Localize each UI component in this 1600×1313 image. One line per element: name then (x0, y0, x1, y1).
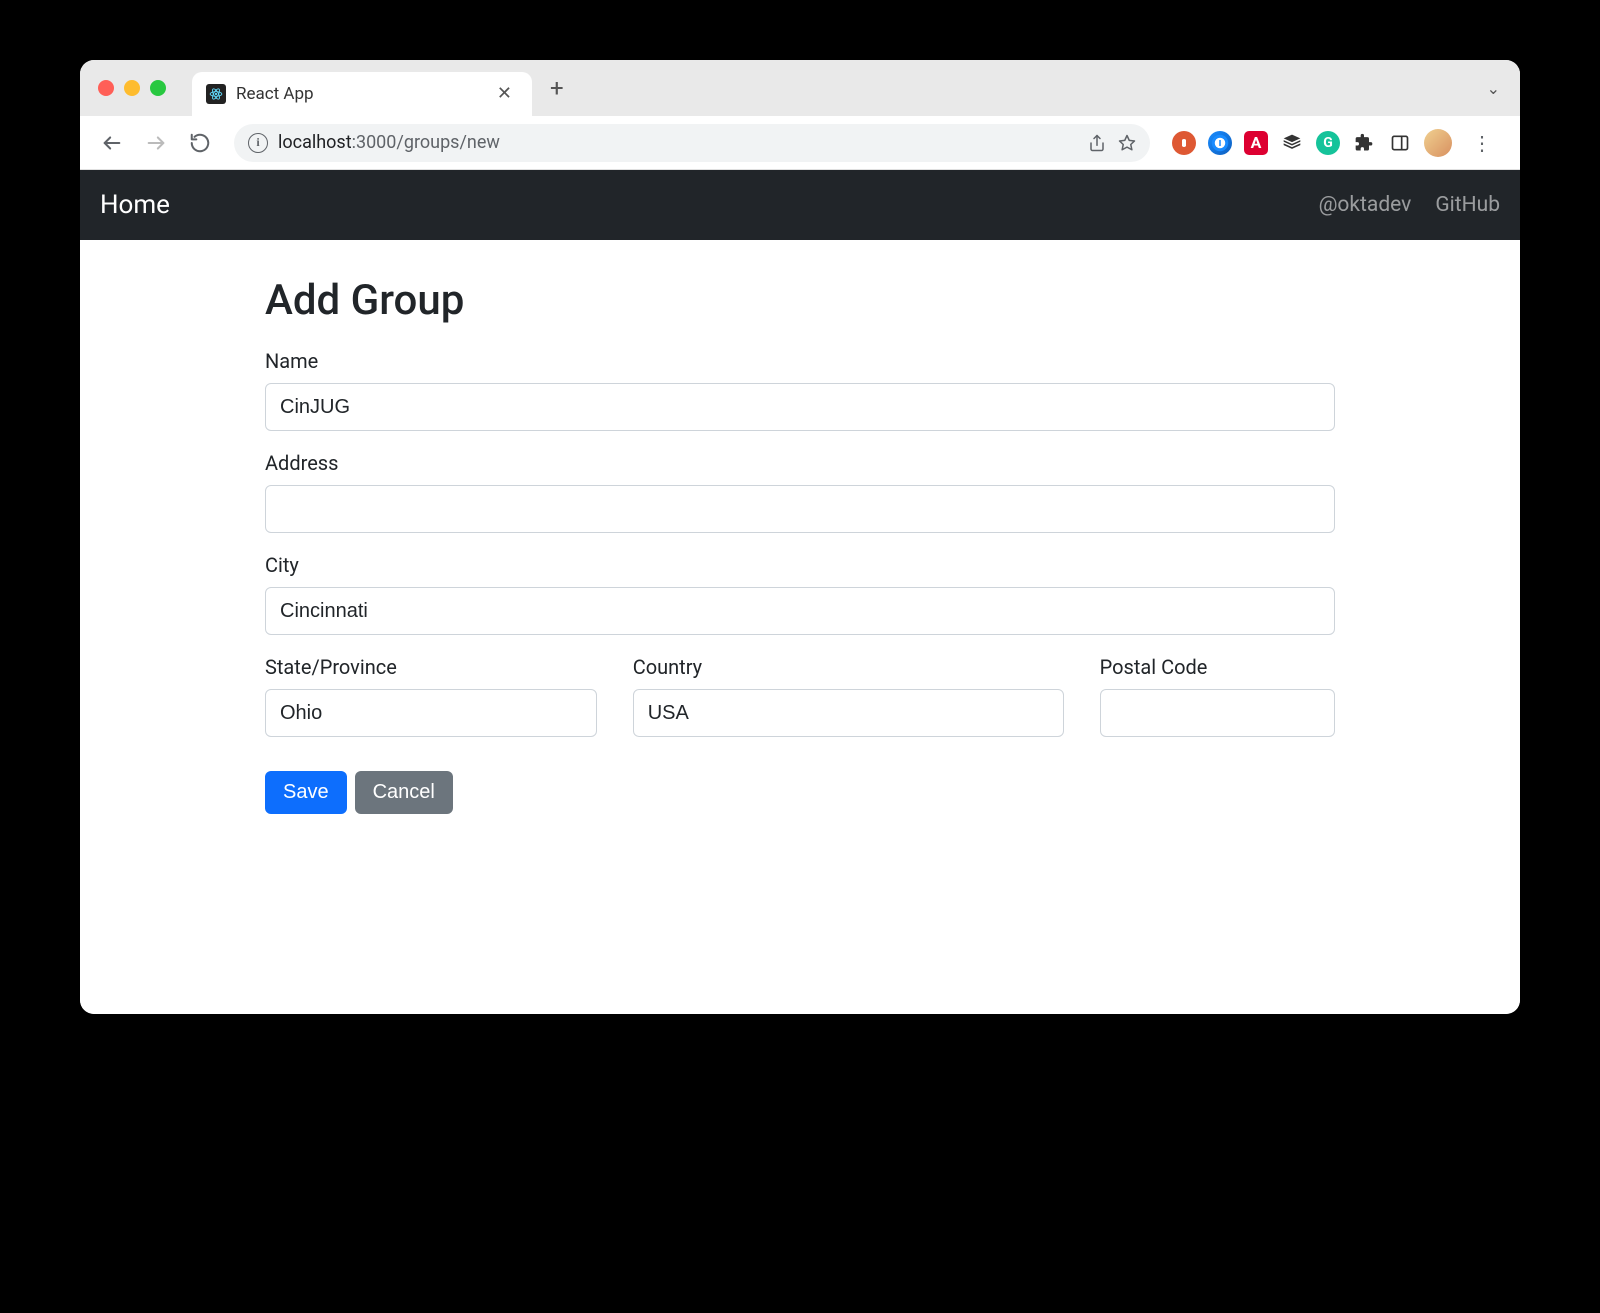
navbar-brand-link[interactable]: Home (100, 190, 170, 220)
window-controls (98, 80, 166, 96)
grammarly-extension-icon[interactable]: G (1316, 131, 1340, 155)
country-input[interactable] (633, 689, 1064, 737)
form-group-state: State/Province (265, 655, 597, 737)
site-info-icon[interactable]: i (248, 133, 268, 153)
form-row-location: State/Province Country Postal Code (265, 655, 1335, 757)
form-group-name: Name (265, 349, 1335, 431)
back-button[interactable] (94, 125, 130, 161)
name-input[interactable] (265, 383, 1335, 431)
duckduckgo-extension-icon[interactable] (1172, 131, 1196, 155)
postal-input[interactable] (1100, 689, 1335, 737)
tab-close-icon[interactable]: ✕ (493, 83, 516, 105)
state-input[interactable] (265, 689, 597, 737)
browser-toolbar: i localhost:3000/groups/new A (80, 116, 1520, 170)
city-label: City (265, 553, 1335, 577)
app-navbar: Home @oktadev GitHub (80, 170, 1520, 240)
address-input[interactable] (265, 485, 1335, 533)
tab-title: React App (236, 84, 483, 104)
profile-avatar[interactable] (1424, 129, 1452, 157)
page-title: Add Group (265, 276, 1335, 325)
share-icon[interactable] (1088, 134, 1106, 152)
postal-label: Postal Code (1100, 655, 1335, 679)
country-label: Country (633, 655, 1064, 679)
new-tab-button[interactable]: + (550, 76, 564, 100)
forward-button[interactable] (138, 125, 174, 161)
browser-menu-icon[interactable]: ⋮ (1464, 127, 1500, 159)
url-text: localhost:3000/groups/new (278, 132, 500, 153)
buffer-extension-icon[interactable] (1280, 131, 1304, 155)
form-buttons: Save Cancel (265, 771, 1335, 814)
navbar-right: @oktadev GitHub (1319, 193, 1500, 217)
react-favicon-icon (206, 84, 226, 104)
side-panel-icon[interactable] (1388, 131, 1412, 155)
onepassword-extension-icon[interactable] (1208, 131, 1232, 155)
form-group-address: Address (265, 451, 1335, 533)
url-host: localhost (278, 132, 352, 153)
url-path: :3000/groups/new (352, 132, 500, 153)
form-group-city: City (265, 553, 1335, 635)
tabs-menu-chevron-icon[interactable]: ⌄ (1487, 79, 1500, 98)
cancel-button[interactable]: Cancel (355, 771, 453, 814)
browser-tab[interactable]: React App ✕ (192, 72, 532, 116)
navbar-github-link[interactable]: GitHub (1435, 193, 1500, 217)
address-bar-actions (1088, 134, 1136, 152)
browser-titlebar: React App ✕ + ⌄ (80, 60, 1520, 116)
bookmark-star-icon[interactable] (1118, 134, 1136, 152)
minimize-window-button[interactable] (124, 80, 140, 96)
maximize-window-button[interactable] (150, 80, 166, 96)
city-input[interactable] (265, 587, 1335, 635)
save-button[interactable]: Save (265, 771, 347, 814)
close-window-button[interactable] (98, 80, 114, 96)
browser-window: React App ✕ + ⌄ i localhost:3000/groups/… (80, 60, 1520, 1014)
name-label: Name (265, 349, 1335, 373)
address-bar[interactable]: i localhost:3000/groups/new (234, 124, 1150, 162)
angular-extension-icon[interactable]: A (1244, 131, 1268, 155)
address-label: Address (265, 451, 1335, 475)
form-group-postal: Postal Code (1100, 655, 1335, 737)
navbar-twitter-link[interactable]: @oktadev (1319, 193, 1412, 217)
reload-button[interactable] (182, 125, 218, 161)
form-group-country: Country (633, 655, 1064, 737)
page-content: Add Group Name Address City State/Provin… (80, 240, 1520, 1014)
state-label: State/Province (265, 655, 597, 679)
extensions-puzzle-icon[interactable] (1352, 131, 1376, 155)
extensions-area: A G ⋮ (1166, 127, 1506, 159)
